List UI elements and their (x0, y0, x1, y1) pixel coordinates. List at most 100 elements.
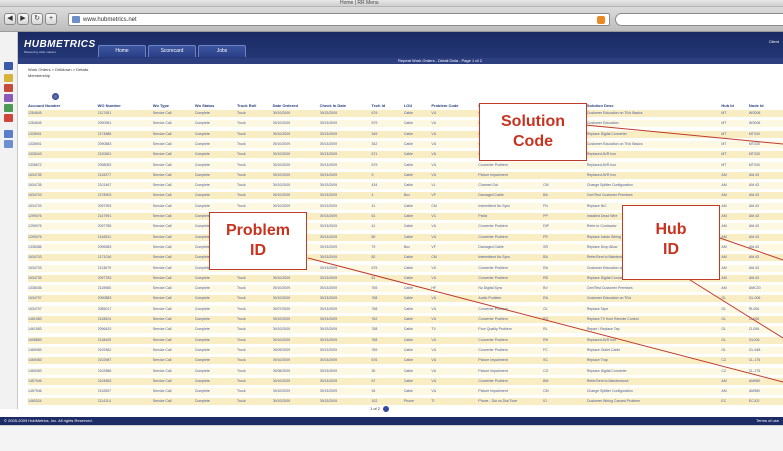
table-cell: Picture Impairment (478, 358, 508, 363)
table-cell: AM (721, 389, 727, 394)
tab-scorecard[interactable]: Scorecard (148, 45, 196, 57)
table-cell: Cert/Test Customer Premises (586, 193, 633, 198)
table-cell: Truck (236, 275, 246, 280)
column-header[interactable]: Hub Id (721, 102, 733, 110)
tab-jobs[interactable]: Jobs (198, 45, 246, 57)
table-cell: 41 (371, 203, 376, 208)
table-cell: AM.43 (748, 265, 760, 270)
browser-search-input[interactable] (615, 13, 783, 26)
table-cell: Truck (236, 111, 246, 115)
terms-link[interactable]: Terms of use (756, 417, 779, 425)
table-row[interactable]: 1634735 2115377 Service Call Complete Truck 0… (28, 171, 783, 179)
column-header[interactable]: Truck Roll (237, 102, 256, 110)
table-row[interactable]: 1336672 2098053 Service Call Complete Truck 0… (28, 161, 783, 169)
column-header[interactable]: Solution Desc (587, 102, 614, 110)
table-cell: RA (543, 265, 549, 270)
back-button[interactable]: ◀ (4, 13, 16, 25)
reload-button[interactable]: ↻ (31, 13, 43, 25)
export-icon[interactable] (4, 104, 13, 112)
table-cell: Picture Impairment (478, 368, 508, 373)
table-row[interactable]: 1328901 2090883 Service Call Complete Truck 0… (28, 140, 783, 148)
table-row[interactable]: 1634797 2090883 Service Call Complete Truck 0… (28, 295, 783, 303)
table-row[interactable]: 1457946 2110557 Service Call Complete Truck 0… (28, 388, 783, 396)
column-header[interactable]: Date Ordered (273, 102, 298, 110)
table-cell: 2113679 (97, 265, 112, 270)
table-cell: Cable (403, 306, 413, 311)
table-row[interactable]: 1457946 2104653 Service Call Complete Truck 0… (28, 377, 783, 385)
folder-icon[interactable] (4, 74, 13, 82)
column-header[interactable]: Tech Id (371, 102, 385, 110)
table-row[interactable]: 1608883 2118405 Service Call Complete Truck 0… (28, 336, 783, 344)
add-bookmark-button[interactable]: + (45, 13, 57, 25)
table-cell: BA (543, 193, 548, 198)
chart-icon[interactable] (4, 84, 13, 92)
table-row[interactable]: 1338436 2115980 Service Call Complete Truck 0… (28, 285, 783, 293)
table-row[interactable]: 1284645 2117451 Service Call Complete Truck 0… (28, 110, 783, 117)
column-header[interactable]: LOU (404, 102, 412, 110)
table-cell: AM (721, 378, 727, 383)
screen: Home | RR Menu ◀ ▶ ↻ + www.hubmetrics.ne… (0, 0, 783, 451)
table-row[interactable]: 1469083 2102586 Service Call Complete Truck 0… (28, 367, 783, 375)
table-cell: Complete (194, 121, 210, 126)
column-header[interactable]: Wo Type (153, 102, 169, 110)
table-cell: AM.43 (748, 224, 760, 229)
address-bar[interactable]: www.hubmetrics.net (68, 13, 610, 26)
table-cell: RL (543, 327, 548, 332)
table-row[interactable]: 1634797 2085017 Service Call Complete Truck 0… (28, 305, 783, 313)
print-icon[interactable] (4, 114, 13, 122)
app-logo[interactable]: HUBMETRICS Measuring what matters (24, 39, 96, 54)
table-cell: VU (431, 337, 437, 342)
table-cell: 2097993 (97, 203, 112, 208)
table-cell: 09/10/2009 (272, 172, 291, 177)
table-cell: 1469083 (28, 347, 42, 352)
refresh-icon[interactable] (52, 93, 59, 100)
table-cell: Truck (236, 389, 246, 394)
help-icon[interactable] (4, 140, 13, 148)
column-header[interactable]: Check In Date (320, 102, 346, 110)
table-cell: BA (543, 255, 548, 260)
url-text: www.hubmetrics.net (83, 17, 137, 23)
table-cell: DIP (543, 224, 549, 229)
column-header[interactable]: Problem Code (431, 102, 458, 110)
table-row[interactable]: 1469083 2102987 Service Call Complete Truck 0… (28, 357, 783, 365)
table-row[interactable]: 1328443 2120601 Service Call Complete Truck 0… (28, 151, 783, 159)
table-cell: 2114114 (97, 399, 111, 404)
breadcrumb[interactable]: Work Orders > Drilldown > Details (28, 67, 88, 72)
table-row[interactable]: 1328901 2174886 Service Call Complete Truck 0… (28, 130, 783, 138)
table-cell: 09/13/2009 (319, 347, 338, 352)
column-header[interactable]: WO Number (98, 102, 121, 110)
rss-icon[interactable] (597, 16, 605, 24)
report-title-bar: Repeat Work Orders - Detail Data - Page … (18, 58, 783, 64)
table-cell: AM (721, 183, 727, 188)
table-cell: Service Call (152, 203, 172, 208)
table-cell: Repair / Replace Tap (586, 327, 620, 332)
table-cell: 09/13/2009 (319, 399, 338, 404)
table-row[interactable]: 1469083 2109362 Service Call Complete Truck 0… (28, 346, 783, 354)
table-cell: Service Call (152, 244, 172, 249)
table-cell: 1328443 (28, 152, 42, 157)
table-row[interactable]: 1461983 2115524 Service Call Complete Truck 0… (28, 316, 783, 323)
table-cell: 2097783 (97, 275, 112, 280)
table-row[interactable]: 1634703 2178903 Service Call Complete Truck 0… (28, 192, 783, 200)
table-cell: CL006 (748, 327, 760, 332)
tab-home[interactable]: Home (98, 45, 146, 57)
report-icon[interactable] (4, 94, 13, 102)
forward-button[interactable]: ▶ (17, 13, 29, 25)
table-cell: AM (721, 265, 727, 270)
table-row[interactable]: 1634735 2101467 Service Call Complete Truck 0… (28, 182, 783, 190)
home-icon[interactable] (4, 62, 13, 70)
table-row[interactable]: 1461983 2096420 Service Call Complete Truck 0… (28, 326, 783, 334)
table-cell: Complete (194, 183, 210, 188)
table-cell: Converter Problem (478, 306, 508, 311)
column-header[interactable]: Account Number (28, 102, 60, 110)
table-cell: WS006 (748, 121, 761, 126)
table-cell: Cable (403, 141, 413, 146)
column-header[interactable]: Node Id (749, 102, 764, 110)
settings-icon[interactable] (4, 130, 13, 138)
table-row[interactable]: 1284645 2090951 Service Call Complete Truck 0… (28, 120, 783, 128)
column-header[interactable]: Wo Status (195, 102, 214, 110)
next-page-icon[interactable] (383, 406, 390, 412)
table-row[interactable]: 1460324 2114114 Service Call Complete Truck 0… (28, 398, 783, 406)
table-cell: Intermittent No Sync (478, 255, 511, 260)
table-cell: Replace Trap (586, 358, 608, 363)
